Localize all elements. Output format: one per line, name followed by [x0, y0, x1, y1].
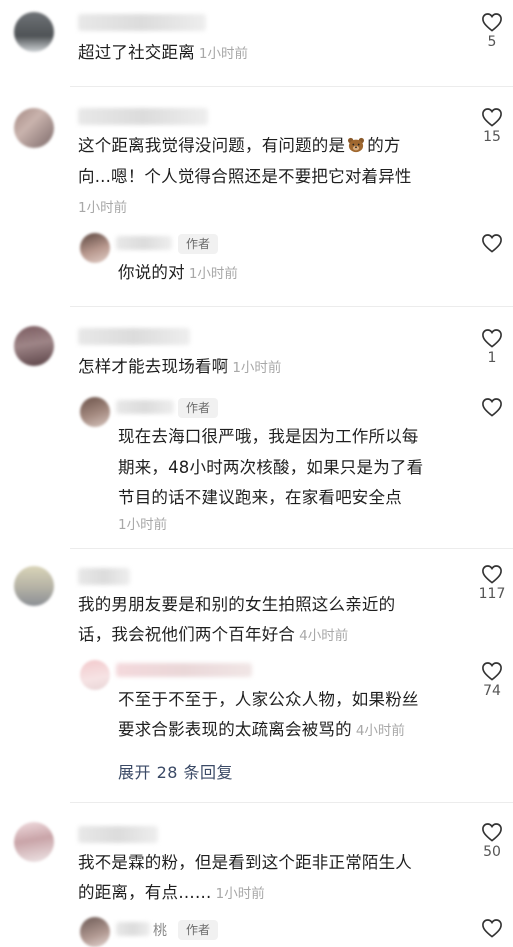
- reply-username-blurred[interactable]: [116, 922, 150, 936]
- timestamp: 1小时前: [198, 46, 248, 62]
- comment-text: 超过了社交距离 1小时前: [78, 43, 248, 62]
- reply-text-line2: 期来，48小时两次核酸，如果只是为了看: [118, 458, 424, 477]
- heart-icon: [482, 565, 502, 584]
- heart-icon: [482, 919, 502, 938]
- avatar[interactable]: [14, 108, 54, 148]
- reply-text-line2: 要求合影表现的太疏离会被骂的 4小时前: [118, 720, 405, 739]
- bear-emoji-icon: [348, 137, 365, 153]
- like-count: 50: [483, 844, 501, 860]
- like-button[interactable]: 1: [477, 328, 507, 366]
- timestamp: 1小时前: [78, 200, 128, 216]
- comment-text: 这个距离我觉得没问题，有问题的是 的方: [78, 136, 401, 155]
- expand-replies-button[interactable]: 展开 28 条回复: [118, 759, 233, 783]
- like-count: 74: [483, 683, 501, 699]
- username-blurred[interactable]: [78, 108, 208, 125]
- reply-avatar[interactable]: [80, 397, 110, 427]
- like-count: 15: [483, 129, 501, 145]
- divider: [70, 548, 513, 549]
- comment-text-line2: 的距离，有点…… 1小时前: [78, 883, 265, 902]
- like-button[interactable]: 74: [477, 661, 507, 699]
- heart-icon: [482, 329, 502, 348]
- author-tag: 作者: [178, 234, 219, 254]
- heart-icon: [482, 398, 502, 417]
- comment-text-line2: 话，我会祝他们两个百年好合 4小时前: [78, 625, 349, 644]
- reply-text-line1: 不至于不至于，人家公众人物，如果粉丝: [118, 690, 419, 709]
- divider: [70, 306, 513, 307]
- divider: [70, 86, 513, 87]
- reply-text: 你说的对 1小时前: [118, 263, 238, 282]
- like-button[interactable]: 117: [477, 564, 507, 602]
- avatar[interactable]: [14, 12, 54, 52]
- reply-username-fragment[interactable]: 桃: [153, 920, 167, 940]
- author-tag: 作者: [178, 920, 219, 940]
- avatar[interactable]: [14, 822, 54, 862]
- heart-icon: [482, 662, 502, 681]
- divider: [70, 802, 513, 803]
- timestamp: 4小时前: [355, 723, 405, 739]
- like-button[interactable]: [477, 397, 507, 417]
- reply-text-line3: 节目的话不建议跑来，在家看吧安全点: [118, 488, 402, 507]
- reply-username-blurred[interactable]: [116, 663, 252, 677]
- author-tag: 作者: [178, 398, 219, 418]
- avatar[interactable]: [14, 566, 54, 606]
- like-count: 117: [478, 586, 506, 602]
- comment-text-line2: 向...嗯！个人觉得合照还是不要把它对着异性: [78, 167, 412, 186]
- timestamp: 1小时前: [232, 360, 282, 376]
- timestamp: 1小时前: [118, 517, 168, 533]
- like-button[interactable]: 50: [477, 822, 507, 860]
- comment-text-line1: 我不是霖的粉，但是看到这个距非正常陌生人: [78, 853, 412, 872]
- timestamp: 1小时前: [188, 266, 238, 282]
- like-button[interactable]: 5: [477, 12, 507, 50]
- reply-avatar[interactable]: [80, 660, 110, 690]
- like-button[interactable]: [477, 918, 507, 938]
- like-button[interactable]: 15: [477, 107, 507, 145]
- reply-avatar[interactable]: [80, 917, 110, 947]
- like-count: 1: [487, 350, 497, 366]
- reply-username-blurred[interactable]: [116, 400, 174, 414]
- username-blurred[interactable]: [78, 14, 206, 31]
- heart-icon: [482, 234, 502, 253]
- reply-avatar[interactable]: [80, 233, 110, 263]
- comment-text: 怎样才能去现场看啊 1小时前: [78, 357, 282, 376]
- heart-icon: [482, 13, 502, 32]
- timestamp: 1小时前: [215, 886, 265, 902]
- username-blurred[interactable]: [78, 568, 130, 585]
- timestamp: 4小时前: [299, 628, 349, 644]
- username-blurred[interactable]: [78, 826, 158, 843]
- heart-icon: [482, 108, 502, 127]
- reply-text-line1: 现在去海口很严哦，我是因为工作所以每: [118, 427, 419, 446]
- like-button[interactable]: [477, 233, 507, 253]
- reply-username-blurred[interactable]: [116, 236, 172, 250]
- like-count: 5: [487, 34, 497, 50]
- username-blurred[interactable]: [78, 328, 190, 345]
- comment-text-line1: 我的男朋友要是和别的女生拍照这么亲近的: [78, 595, 396, 614]
- heart-icon: [482, 823, 502, 842]
- avatar[interactable]: [14, 326, 54, 366]
